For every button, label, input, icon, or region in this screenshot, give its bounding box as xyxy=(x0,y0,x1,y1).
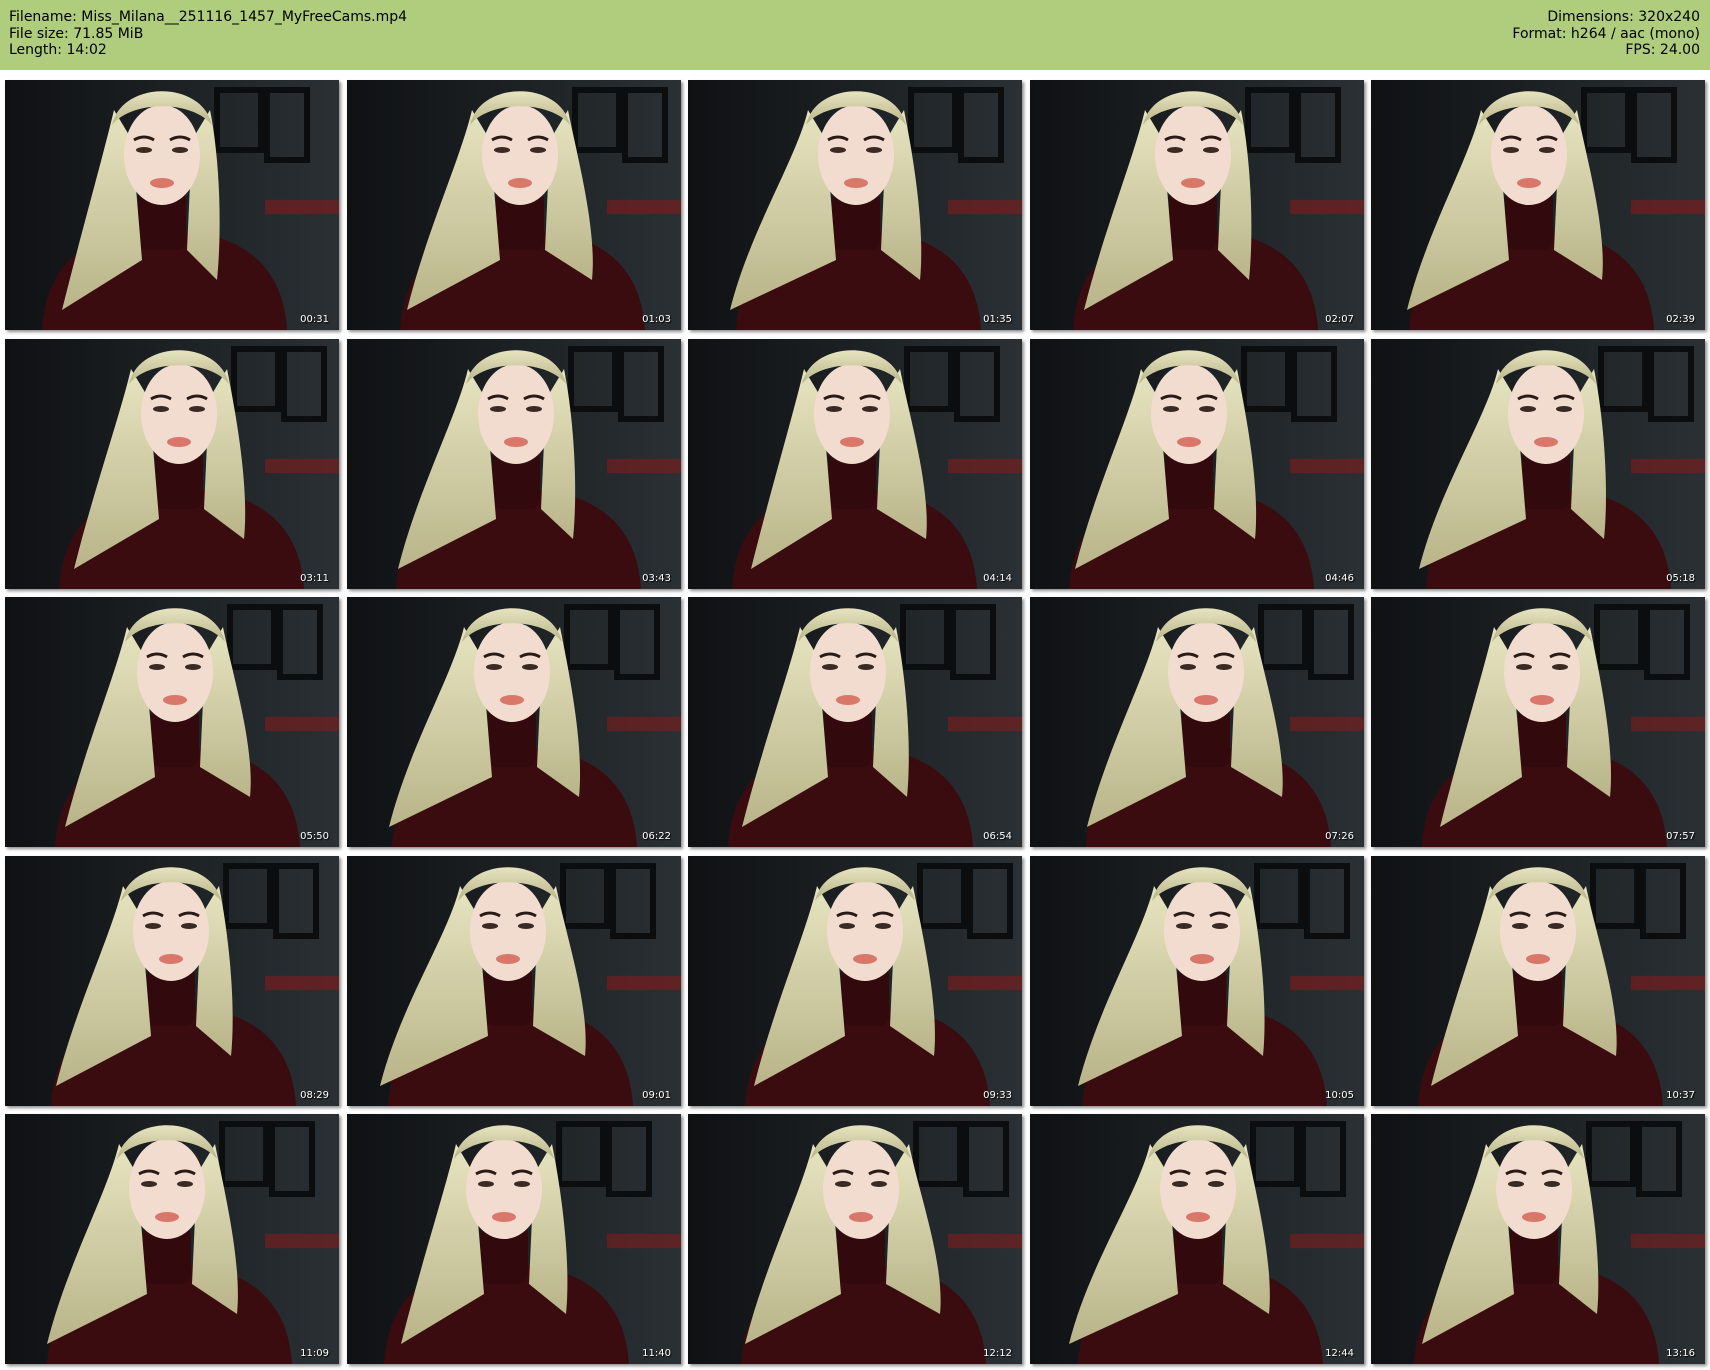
watermark-logo xyxy=(1631,858,1705,991)
timestamp: 05:50 xyxy=(300,831,329,842)
watermark-logo xyxy=(265,599,339,732)
watermark-logo xyxy=(1290,341,1364,474)
video-info: Dimensions: 320x240 Format: h264 / aac (… xyxy=(1512,9,1700,59)
watermark-logo xyxy=(607,341,681,474)
timestamp: 02:07 xyxy=(1325,314,1354,325)
watermark-logo xyxy=(607,599,681,732)
thumbnail: 07:26 xyxy=(1030,597,1364,847)
watermark-logo xyxy=(1631,341,1705,474)
thumbnail: 04:46 xyxy=(1030,339,1364,589)
dimensions-text: Dimensions: 320x240 xyxy=(1547,9,1700,25)
timestamp: 12:12 xyxy=(983,1348,1012,1359)
timestamp: 00:31 xyxy=(300,314,329,325)
timestamp: 11:40 xyxy=(642,1348,671,1359)
watermark-logo xyxy=(1631,1116,1705,1249)
watermark-logo xyxy=(265,1116,339,1249)
watermark-logo xyxy=(948,1116,1022,1249)
format-text: Format: h264 / aac (mono) xyxy=(1512,25,1700,42)
timestamp: 03:43 xyxy=(642,573,671,584)
timestamp: 04:14 xyxy=(983,573,1012,584)
thumbnail: 00:31 xyxy=(5,80,339,330)
timestamp: 11:09 xyxy=(300,1348,329,1359)
thumbnail: 12:44 xyxy=(1030,1114,1364,1364)
thumbnail: 06:22 xyxy=(347,597,681,847)
watermark-logo xyxy=(265,341,339,474)
watermark-logo xyxy=(948,82,1022,215)
thumbnail: 06:54 xyxy=(688,597,1022,847)
timestamp: 09:33 xyxy=(983,1090,1012,1101)
thumbnail: 12:12 xyxy=(688,1114,1022,1364)
timestamp: 06:22 xyxy=(642,831,671,842)
timestamp: 06:54 xyxy=(983,831,1012,842)
thumbnail: 04:14 xyxy=(688,339,1022,589)
timestamp: 07:26 xyxy=(1325,831,1354,842)
timestamp: 12:44 xyxy=(1325,1348,1354,1359)
watermark-logo xyxy=(607,82,681,215)
thumbnail: 08:29 xyxy=(5,856,339,1106)
watermark-logo xyxy=(948,599,1022,732)
timestamp: 13:16 xyxy=(1666,1348,1695,1359)
watermark-logo xyxy=(1631,82,1705,215)
watermark-logo xyxy=(265,82,339,215)
watermark-logo xyxy=(948,858,1022,991)
thumbnail: 07:57 xyxy=(1371,597,1705,847)
thumbnail: 02:39 xyxy=(1371,80,1705,330)
timestamp: 02:39 xyxy=(1666,314,1695,325)
watermark-logo xyxy=(607,858,681,991)
timestamp: 04:46 xyxy=(1325,573,1354,584)
thumbnail-grid: 00:31 01:03 01:35 02:07 02:39 03:11 03:43 04:14… xyxy=(5,80,1705,1364)
thumbnail: 13:16 xyxy=(1371,1114,1705,1364)
thumbnail: 05:18 xyxy=(1371,339,1705,589)
thumbnail: 11:09 xyxy=(5,1114,339,1364)
watermark-logo xyxy=(607,1116,681,1249)
thumbnail: 01:35 xyxy=(688,80,1022,330)
thumbnail: 05:50 xyxy=(5,597,339,847)
timestamp: 05:18 xyxy=(1666,573,1695,584)
timestamp: 03:11 xyxy=(300,573,329,584)
thumbnail: 02:07 xyxy=(1030,80,1364,330)
length-text: Length: 14:02 xyxy=(9,42,107,58)
timestamp: 08:29 xyxy=(300,1090,329,1101)
info-header: Filename: Miss_Milana__251116_1457_MyFre… xyxy=(0,0,1710,70)
watermark-logo xyxy=(1290,82,1364,215)
watermark-logo xyxy=(1290,858,1364,991)
timestamp: 01:35 xyxy=(983,314,1012,325)
thumbnail: 09:33 xyxy=(688,856,1022,1106)
timestamp: 01:03 xyxy=(642,314,671,325)
file-info: Filename: Miss_Milana__251116_1457_MyFre… xyxy=(9,9,407,59)
watermark-logo xyxy=(1290,599,1364,732)
timestamp: 10:05 xyxy=(1325,1090,1354,1101)
file-size-text: File size: 71.85 MiB xyxy=(9,25,144,42)
thumbnail: 03:43 xyxy=(347,339,681,589)
thumbnail: 10:05 xyxy=(1030,856,1364,1106)
thumbnail: 10:37 xyxy=(1371,856,1705,1106)
thumbnail: 03:11 xyxy=(5,339,339,589)
watermark-logo xyxy=(265,858,339,991)
thumbnail: 11:40 xyxy=(347,1114,681,1364)
watermark-logo xyxy=(948,341,1022,474)
fps-text: FPS: 24.00 xyxy=(1625,42,1700,58)
filename-text: Filename: Miss_Milana__251116_1457_MyFre… xyxy=(9,9,408,25)
timestamp: 09:01 xyxy=(642,1090,671,1101)
timestamp: 07:57 xyxy=(1666,831,1695,842)
thumbnail: 09:01 xyxy=(347,856,681,1106)
timestamp: 10:37 xyxy=(1666,1090,1695,1101)
watermark-logo xyxy=(1631,599,1705,732)
watermark-logo xyxy=(1290,1116,1364,1249)
thumbnail: 01:03 xyxy=(347,80,681,330)
